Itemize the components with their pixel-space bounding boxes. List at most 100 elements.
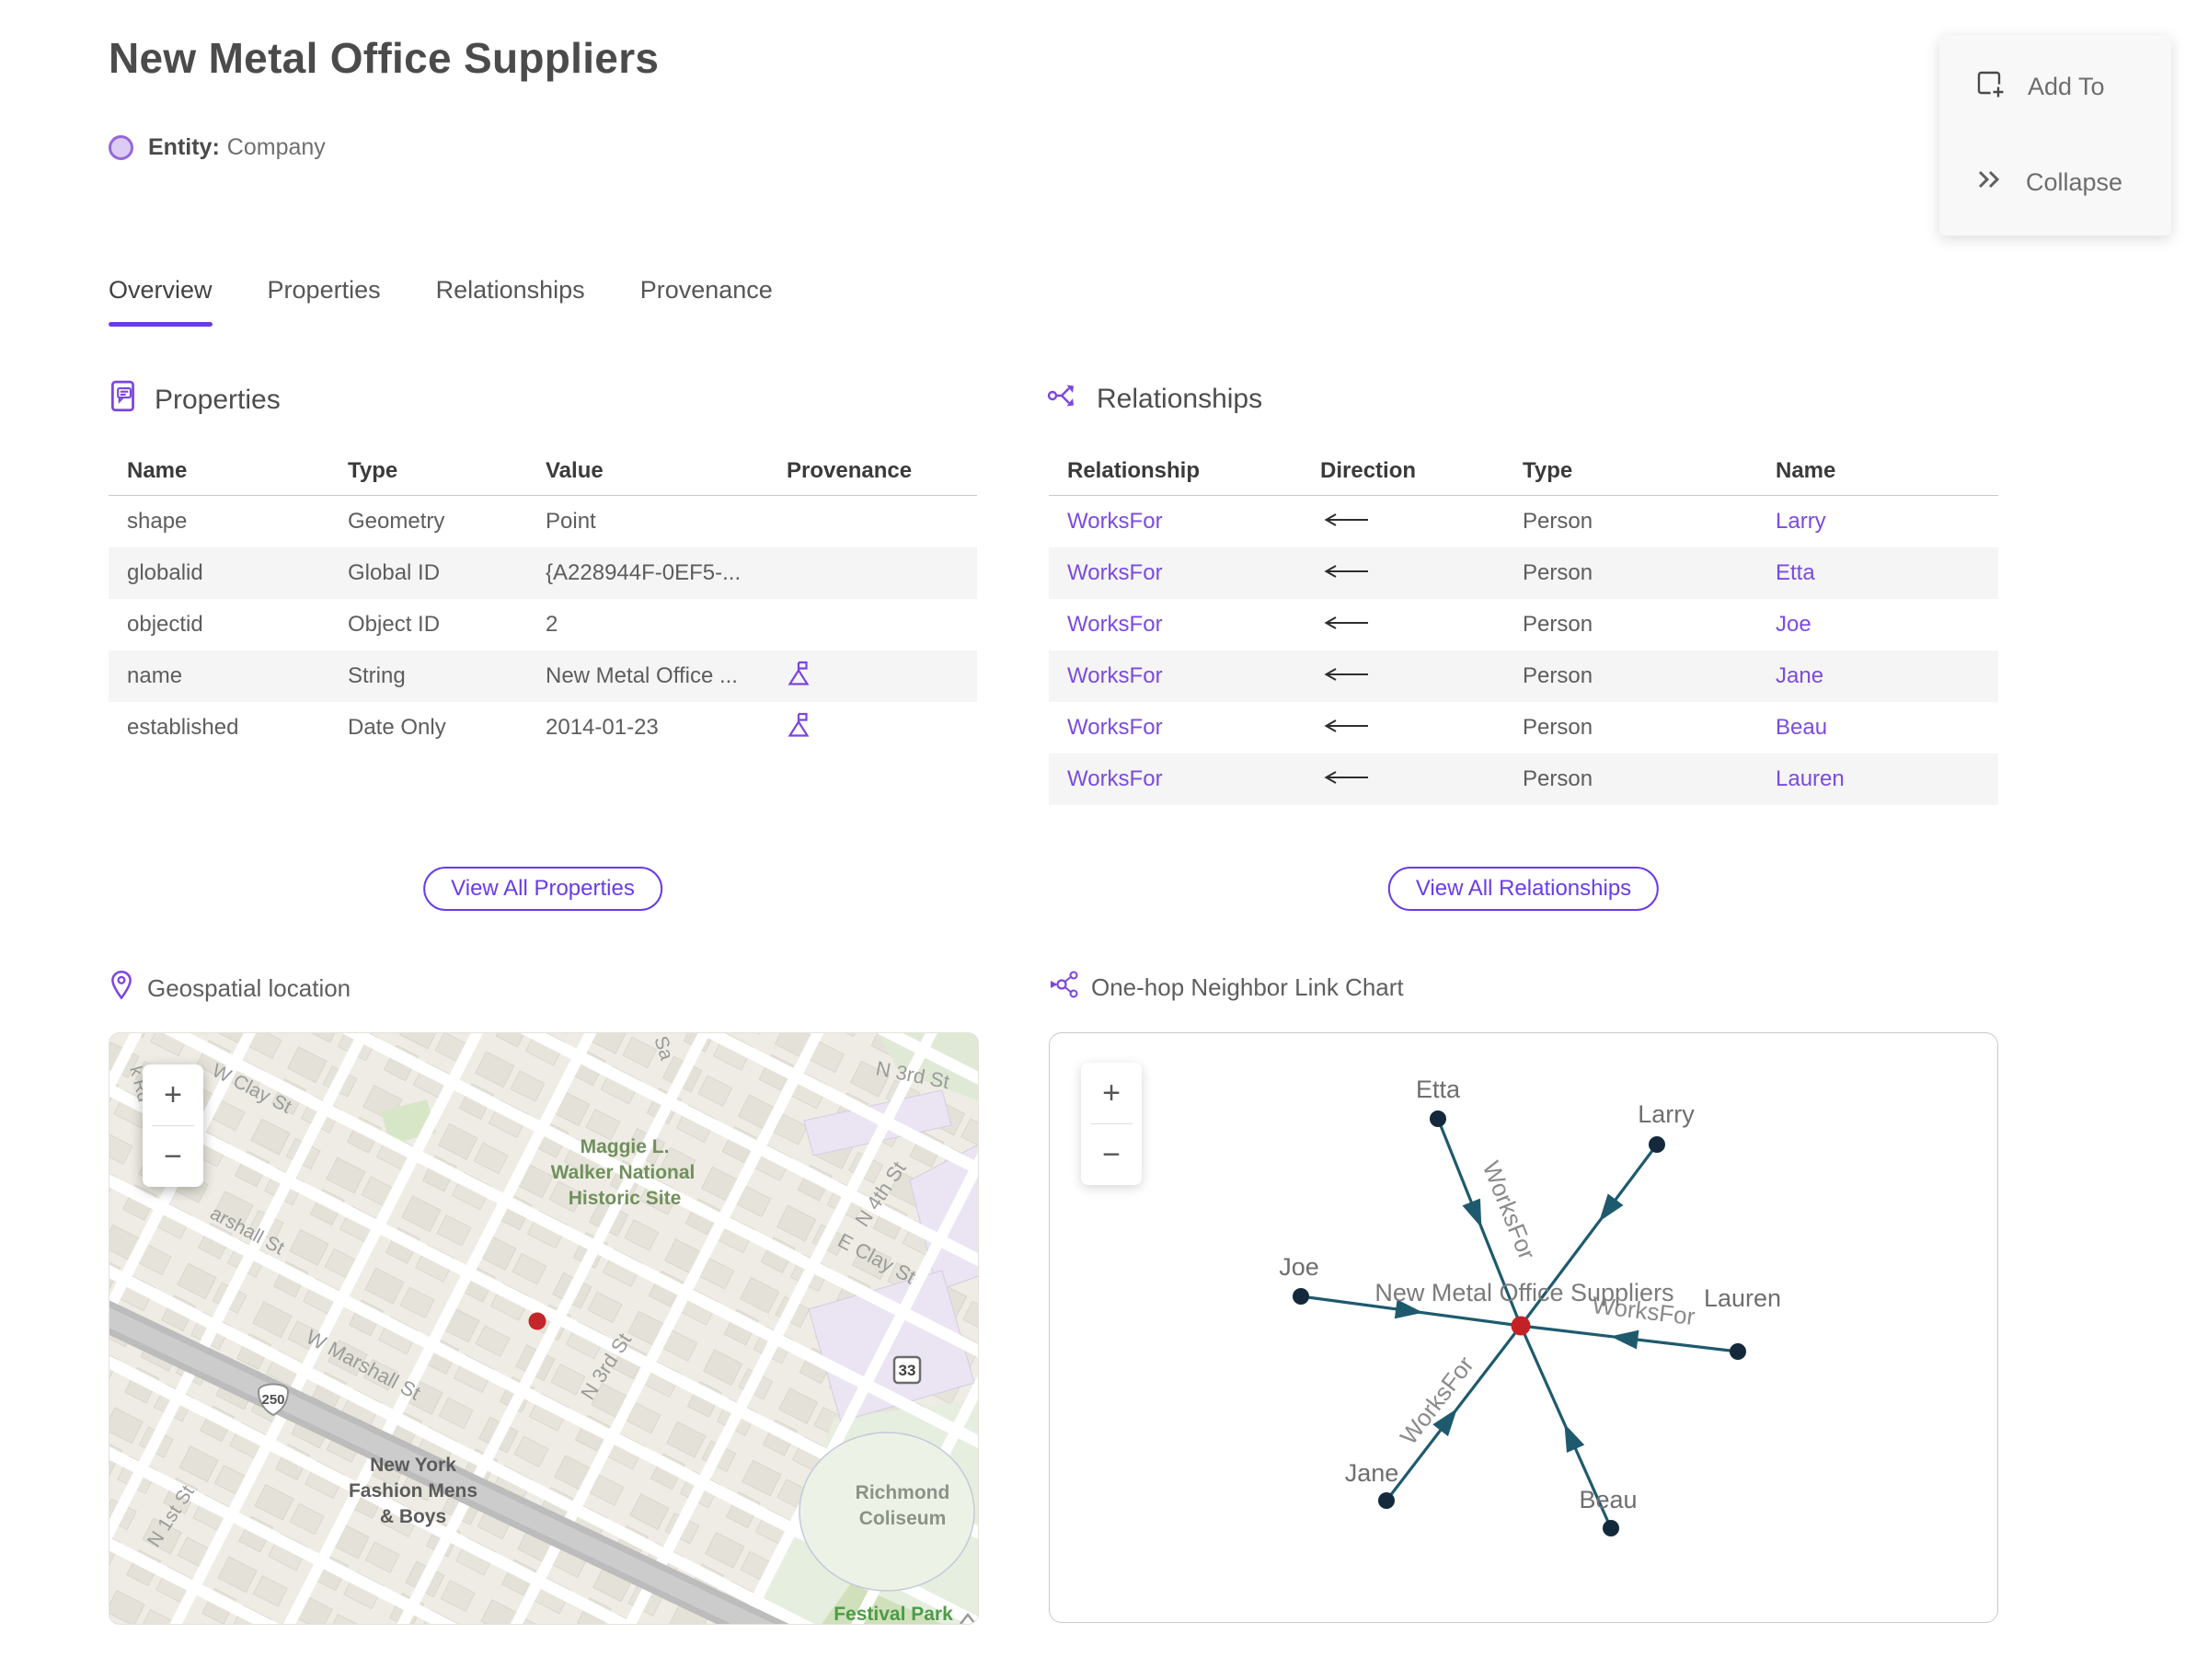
property-name-cell: established: [127, 715, 239, 740]
left-arrow-icon: [1320, 766, 1372, 792]
chart-node-label: Larry: [1638, 1100, 1695, 1128]
chart-edge-arrowhead: [1610, 1329, 1639, 1350]
actions-panel: Add To Collapse: [1939, 35, 2171, 236]
chart-node-lauren[interactable]: [1730, 1343, 1746, 1360]
chart-zoom-control: + −: [1081, 1063, 1142, 1185]
left-arrow-icon: [1320, 715, 1372, 741]
tab-bar: Overview Properties Relationships Provenanc…: [109, 276, 773, 327]
relationship-link[interactable]: WorksFor: [1067, 560, 1163, 586]
left-arrow-icon: [1320, 612, 1372, 638]
table-row: WorksFor Person Larry: [1049, 496, 1998, 547]
direction-cell: [1302, 663, 1504, 689]
direction-cell: [1302, 766, 1504, 792]
add-to-label: Add To: [2028, 72, 2105, 100]
add-to-button[interactable]: Add To: [1939, 57, 2171, 116]
relationship-link[interactable]: WorksFor: [1067, 509, 1163, 535]
table-row: WorksFor Person Beau: [1049, 702, 1998, 754]
properties-section-header: Properties: [107, 379, 281, 421]
view-all-relationships-button[interactable]: View All Relationships: [1387, 867, 1660, 911]
geospatial-map[interactable]: k Rd W Clay St Sa arshall St W Marshall …: [109, 1032, 979, 1625]
column-header: Value: [546, 458, 604, 483]
chart-node-label: Etta: [1416, 1076, 1461, 1103]
chart-center-label: New Metal Office Suppliers: [1374, 1279, 1673, 1306]
entity-name-link[interactable]: Beau: [1776, 715, 1827, 741]
relationship-link[interactable]: WorksFor: [1067, 663, 1163, 689]
link-chart-icon: [1049, 970, 1078, 1006]
relationship-link[interactable]: WorksFor: [1067, 766, 1163, 792]
tab-provenance[interactable]: Provenance: [640, 276, 773, 327]
properties-section-title: Properties: [155, 385, 281, 415]
collapse-button[interactable]: Collapse: [1939, 153, 2171, 212]
chart-edge-label: WorksFor: [1478, 1157, 1542, 1264]
property-value-cell: 2: [546, 612, 558, 637]
map-zoom-out-button[interactable]: −: [143, 1126, 203, 1187]
chart-node-beau[interactable]: [1603, 1520, 1619, 1536]
relationship-name-cell: Jane: [1757, 663, 1998, 689]
direction-cell: [1302, 509, 1504, 535]
chart-node-larry[interactable]: [1649, 1136, 1665, 1153]
chart-node-etta[interactable]: [1430, 1110, 1446, 1127]
entity-name-link[interactable]: Lauren: [1776, 766, 1845, 792]
table-row: WorksFor Person Etta: [1049, 547, 1998, 599]
svg-text:Walker National: Walker National: [551, 1162, 696, 1183]
properties-table: Name Type Value Provenance shape Geometry Poi…: [109, 447, 977, 754]
property-name-cell: objectid: [127, 612, 203, 637]
view-all-properties-button[interactable]: View All Properties: [423, 867, 662, 911]
relationship-cell: WorksFor: [1049, 509, 1302, 535]
relationships-section-header: Relationships: [1047, 379, 1262, 420]
chart-edge-arrowhead: [1599, 1193, 1624, 1222]
entity-label: Entity:: [148, 134, 220, 160]
left-arrow-icon: [1320, 560, 1372, 586]
chart-zoom-in-button[interactable]: +: [1081, 1063, 1142, 1123]
relationship-type-cell: Person: [1523, 560, 1593, 585]
relationship-name-cell: Larry: [1757, 509, 1998, 535]
relationships-fork-icon: [1047, 379, 1082, 420]
property-name-cell: shape: [127, 509, 188, 534]
left-arrow-icon: [1320, 663, 1372, 689]
chart-zoom-out-button[interactable]: −: [1081, 1124, 1142, 1185]
left-arrow-icon: [1320, 509, 1372, 535]
relationships-table: Relationship Direction Type Name WorksFor Pe…: [1049, 447, 1998, 805]
entity-name-link[interactable]: Larry: [1776, 509, 1826, 535]
table-row: WorksFor Person Joe: [1049, 599, 1998, 650]
chart-node-label: Lauren: [1704, 1284, 1781, 1312]
tab-overview[interactable]: Overview: [109, 276, 213, 327]
table-row: name String New Metal Office ...: [109, 650, 977, 702]
relationships-table-header: Relationship Direction Type Name: [1049, 447, 1998, 496]
relationship-cell: WorksFor: [1049, 766, 1302, 792]
relationship-link[interactable]: WorksFor: [1067, 715, 1163, 741]
relationship-cell: WorksFor: [1049, 560, 1302, 586]
chart-node-joe[interactable]: [1293, 1288, 1309, 1305]
chart-node-jane[interactable]: [1378, 1492, 1395, 1509]
property-type-cell: Global ID: [348, 560, 441, 585]
properties-table-body: shape Geometry Point globalid Global ID {A228…: [109, 496, 977, 754]
one-hop-link-chart[interactable]: WorksFor WorksFor WorksFor Etta Larry Joe Laur…: [1049, 1032, 1998, 1623]
chart-node-label: Jane: [1345, 1459, 1399, 1487]
map-zoom-in-button[interactable]: +: [143, 1064, 203, 1125]
tab-relationships[interactable]: Relationships: [436, 276, 585, 327]
relationship-type-cell: Person: [1523, 663, 1593, 688]
relationship-type-cell: Person: [1523, 766, 1593, 791]
provenance-flag-icon[interactable]: [787, 660, 811, 694]
column-header: Name: [127, 458, 188, 483]
column-header: Type: [348, 458, 398, 483]
column-header: Direction: [1320, 458, 1417, 483]
entity-name-link[interactable]: Jane: [1776, 663, 1823, 689]
table-row: shape Geometry Point: [109, 496, 977, 547]
chart-center-node[interactable]: [1511, 1316, 1531, 1336]
tab-properties[interactable]: Properties: [268, 276, 381, 327]
map-location-marker[interactable]: [528, 1312, 546, 1330]
entity-badge-row: Entity: Company: [109, 134, 326, 161]
map-route33-shield: 33: [892, 1355, 922, 1385]
geospatial-section-title: Geospatial location: [147, 974, 351, 1002]
relationship-link[interactable]: WorksFor: [1067, 612, 1163, 638]
entity-name-link[interactable]: Joe: [1776, 612, 1811, 638]
property-type-cell: Geometry: [348, 509, 445, 534]
direction-cell: [1302, 560, 1504, 586]
page-title: New Metal Office Suppliers: [109, 34, 660, 82]
svg-text:Coliseum: Coliseum: [859, 1508, 947, 1529]
map-festival-park-label: Festival Park: [834, 1604, 953, 1624]
link-chart-section-title: One-hop Neighbor Link Chart: [1091, 973, 1404, 1001]
entity-name-link[interactable]: Etta: [1776, 560, 1815, 586]
provenance-flag-icon[interactable]: [787, 711, 811, 745]
